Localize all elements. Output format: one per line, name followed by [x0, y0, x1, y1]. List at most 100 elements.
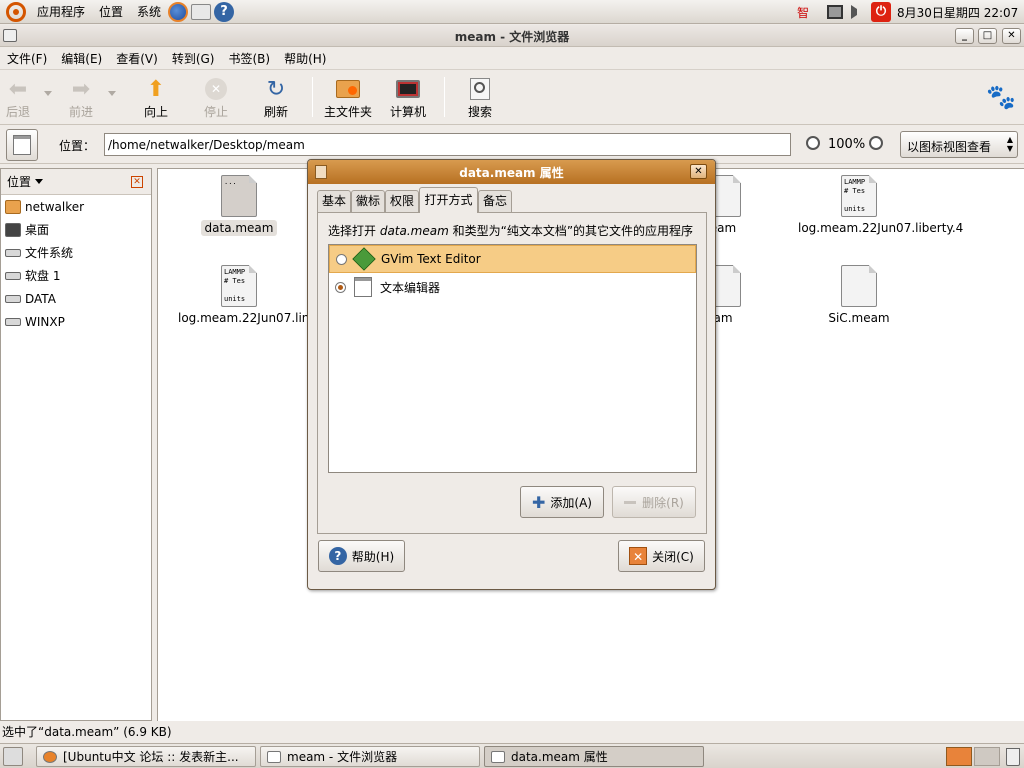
file-item[interactable]: SiC.meam — [794, 265, 924, 325]
zoom-level[interactable]: 100% — [828, 137, 865, 152]
file-name: am — [713, 311, 733, 325]
application-list[interactable]: GVim Text Editor 文本编辑器 — [328, 244, 697, 473]
file-name: log.meam.22Jun07.linux.1 — [178, 311, 336, 325]
task-file-browser[interactable]: meam - 文件浏览器 — [260, 746, 480, 767]
view-mode-select[interactable]: 以图标视图查看 ▲ ▼ — [900, 131, 1018, 158]
help-icon[interactable]: ? — [214, 1, 235, 22]
file-name: data.meam — [200, 220, 278, 236]
remove-button[interactable]: 删除(R) — [612, 486, 696, 518]
sidebar-item-floppy[interactable]: 软盘 1 — [1, 264, 151, 287]
sidebar-item-desktop[interactable]: 桌面 — [1, 218, 151, 241]
sidebar-item-filesystem[interactable]: 文件系统 — [1, 241, 151, 264]
list-item-gvim[interactable]: GVim Text Editor — [329, 245, 696, 273]
applications-menu[interactable]: 应用程序 — [30, 0, 92, 24]
minimize-button[interactable]: _ — [955, 28, 974, 44]
file-item[interactable]: ... data.meam — [174, 175, 304, 236]
sidebar-item-home[interactable]: netwalker — [1, 195, 151, 218]
document-icon — [491, 750, 505, 763]
workspace-2[interactable] — [974, 747, 1000, 766]
sidebar-item-label: 桌面 — [25, 223, 50, 237]
system-menu[interactable]: 系统 — [130, 0, 168, 24]
menu-edit[interactable]: 编辑(E) — [54, 50, 109, 67]
file-name: log.meam.22Jun07.liberty.4 — [798, 221, 964, 235]
menu-go[interactable]: 转到(G) — [165, 50, 222, 67]
toolbar-separator — [444, 77, 445, 117]
drive-icon — [5, 294, 21, 303]
gvim-radio[interactable] — [336, 253, 347, 265]
task-label: data.meam 属性 — [511, 750, 608, 764]
file-item[interactable]: LAMMP # Tes units log.meam.22Jun07.liber… — [794, 175, 964, 235]
text-file-icon: LAMMP # Tes units — [221, 265, 257, 307]
computer-button[interactable]: 计算机 — [380, 73, 436, 120]
ubuntu-logo-icon[interactable] — [6, 1, 26, 22]
tab-emblems[interactable]: 徽标 — [351, 190, 385, 212]
file-item[interactable]: LAMMP # Tes units log.meam.22Jun07.linux… — [174, 265, 336, 325]
prompt-suffix: 和类型为“纯文本文档”的其它文件的应用程序 — [448, 224, 694, 238]
back-button[interactable]: ⬅ 后退 — [0, 73, 46, 120]
close-button[interactable]: ✕ 关闭(C) — [618, 540, 705, 572]
location-input[interactable] — [104, 133, 791, 156]
toolbar-separator — [312, 77, 313, 117]
side-pane-header[interactable]: 位置 ✕ — [1, 169, 151, 195]
search-button[interactable]: 搜索 — [452, 73, 508, 120]
stop-button[interactable]: ✕ 停止 — [188, 73, 244, 120]
tab-permissions[interactable]: 权限 — [385, 190, 419, 212]
help-icon: ? — [328, 547, 347, 565]
help-button[interactable]: ? 帮助(H) — [318, 540, 405, 572]
close-pane-icon[interactable]: ✕ — [131, 176, 143, 188]
menu-file[interactable]: 文件(F) — [0, 50, 54, 67]
task-properties[interactable]: data.meam 属性 — [484, 746, 704, 767]
view-mode-label: 以图标视图查看 — [907, 140, 992, 154]
places-menu[interactable]: 位置 — [92, 0, 130, 24]
clock[interactable]: 8月30日星期四 22:07 — [897, 4, 1018, 21]
dialog-close-icon[interactable]: ✕ — [690, 164, 707, 179]
menu-help[interactable]: 帮助(H) — [277, 50, 333, 67]
home-button[interactable]: 主文件夹 — [320, 73, 376, 120]
tab-open-with[interactable]: 打开方式 — [419, 187, 478, 213]
reload-button[interactable]: ↻ 刷新 — [248, 73, 304, 120]
trash-icon[interactable] — [1006, 748, 1020, 766]
task-browser[interactable]: [Ubuntu中文 论坛 :: 发表新主... — [36, 746, 256, 767]
open-with-prompt: 选择打开 data.meam 和类型为“纯文本文档”的其它文件的应用程序 — [328, 222, 693, 239]
tab-notes[interactable]: 备忘 — [478, 190, 512, 212]
forward-button[interactable]: ➡ 前进 — [53, 73, 109, 120]
menu-bookmarks[interactable]: 书签(B) — [221, 50, 277, 67]
file-manager-icon — [267, 750, 281, 763]
close-window-button[interactable]: ✕ — [1002, 28, 1021, 44]
edit-location-button[interactable] — [6, 129, 38, 161]
add-button[interactable]: ✚ 添加(A) — [520, 486, 604, 518]
text-editor-radio[interactable] — [335, 281, 346, 293]
spinner-arrows-icon: ▲ ▼ — [1006, 135, 1013, 153]
mail-icon[interactable] — [191, 3, 212, 20]
input-method-icon[interactable]: 智 — [797, 4, 821, 21]
chevron-down-icon — [35, 179, 44, 184]
window-title: meam - 文件浏览器 — [454, 30, 570, 44]
volume-icon[interactable] — [851, 5, 865, 19]
menu-view[interactable]: 查看(V) — [109, 50, 165, 67]
firefox-icon[interactable] — [168, 1, 189, 22]
sidebar-item-data[interactable]: DATA — [1, 287, 151, 310]
forward-dropdown-icon[interactable] — [108, 91, 116, 96]
dialog-title: data.meam 属性 — [459, 166, 564, 180]
zoom-out-icon[interactable] — [806, 136, 820, 150]
plus-icon: ✚ — [532, 492, 546, 512]
status-bar: 选中了“data.meam” (6.9 KB) — [2, 725, 172, 739]
up-button[interactable]: ⬆ 向上 — [128, 73, 184, 120]
list-item-text-editor[interactable]: 文本编辑器 — [329, 273, 696, 301]
workspace-1[interactable] — [946, 747, 972, 766]
maximize-button[interactable]: □ — [978, 28, 997, 44]
floppy-icon — [5, 271, 21, 280]
network-icon[interactable] — [827, 5, 843, 19]
zoom-in-icon[interactable] — [869, 136, 883, 150]
firefox-icon — [43, 750, 57, 763]
power-icon[interactable]: ⏻ — [871, 2, 891, 22]
show-desktop-button[interactable] — [3, 747, 23, 766]
app-name: GVim Text Editor — [381, 252, 481, 266]
sidebar-item-winxp[interactable]: WINXP — [1, 310, 151, 333]
tab-basic[interactable]: 基本 — [317, 190, 351, 212]
home-folder-icon — [5, 199, 21, 214]
close-icon: ✕ — [629, 547, 648, 565]
back-dropdown-icon[interactable] — [44, 91, 52, 96]
dialog-titlebar[interactable]: data.meam 属性 ✕ — [308, 160, 715, 184]
search-icon — [468, 77, 492, 101]
